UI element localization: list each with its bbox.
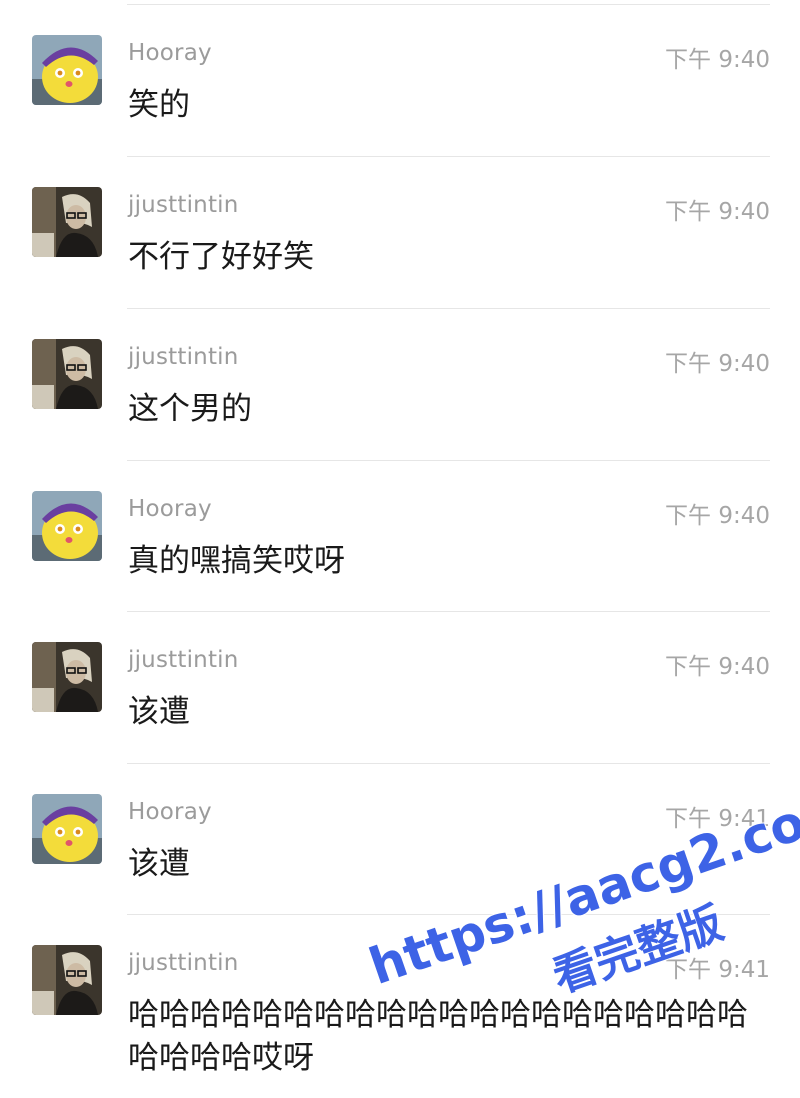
- message-item[interactable]: jjusttintin 下午 9:41 哈哈哈哈哈哈哈哈哈哈哈哈哈哈哈哈哈哈哈哈…: [0, 914, 800, 1098]
- message-time: 下午 9:41: [665, 806, 770, 832]
- message-item[interactable]: Hooray 下午 9:40 真的嘿搞笑哎呀: [0, 460, 800, 610]
- message-text: 该遭: [128, 694, 190, 730]
- message-text: 笑的: [128, 87, 190, 123]
- sender-name[interactable]: jjusttintin: [128, 192, 239, 218]
- sender-name[interactable]: Hooray: [128, 40, 212, 66]
- message-text: 这个男的: [128, 391, 252, 427]
- message-text: 真的嘿搞笑哎呀: [128, 543, 345, 579]
- message-item[interactable]: jjusttintin 下午 9:40 这个男的: [0, 308, 800, 458]
- sender-name[interactable]: Hooray: [128, 496, 212, 522]
- message-text: 不行了好好笑: [128, 239, 314, 275]
- chick-avatar-icon: [32, 794, 102, 864]
- message-item[interactable]: Hooray 下午 9:40 笑的: [0, 4, 800, 154]
- message-time: 下午 9:40: [665, 503, 770, 529]
- person-photo-avatar-icon: [32, 642, 102, 712]
- message-item[interactable]: jjusttintin 下午 9:40 该遭: [0, 611, 800, 761]
- message-time: 下午 9:40: [665, 199, 770, 225]
- message-time: 下午 9:40: [665, 654, 770, 680]
- chick-avatar-icon: [32, 491, 102, 561]
- sender-name[interactable]: jjusttintin: [128, 344, 239, 370]
- jjusttintin-avatar[interactable]: [32, 945, 102, 1015]
- person-photo-avatar-icon: [32, 945, 102, 1015]
- jjusttintin-avatar[interactable]: [32, 339, 102, 409]
- message-time: 下午 9:40: [665, 47, 770, 73]
- person-photo-avatar-icon: [32, 339, 102, 409]
- chat-message-list: Hooray 下午 9:40 笑的 jjusttintin 下午 9:40 不行…: [0, 0, 800, 1098]
- message-time: 下午 9:40: [665, 351, 770, 377]
- sender-name[interactable]: jjusttintin: [128, 647, 239, 673]
- hooray-avatar[interactable]: [32, 35, 102, 105]
- message-item[interactable]: Hooray 下午 9:41 该遭: [0, 763, 800, 913]
- hooray-avatar[interactable]: [32, 794, 102, 864]
- sender-name[interactable]: jjusttintin: [128, 950, 239, 976]
- jjusttintin-avatar[interactable]: [32, 642, 102, 712]
- person-photo-avatar-icon: [32, 187, 102, 257]
- hooray-avatar[interactable]: [32, 491, 102, 561]
- message-text: 该遭: [128, 846, 190, 882]
- message-time: 下午 9:41: [665, 957, 770, 983]
- message-item[interactable]: jjusttintin 下午 9:40 不行了好好笑: [0, 156, 800, 306]
- message-text: 哈哈哈哈哈哈哈哈哈哈哈哈哈哈哈哈哈哈哈哈哈哈哈哈哎呀: [128, 997, 748, 1076]
- sender-name[interactable]: Hooray: [128, 799, 212, 825]
- jjusttintin-avatar[interactable]: [32, 187, 102, 257]
- chick-avatar-icon: [32, 35, 102, 105]
